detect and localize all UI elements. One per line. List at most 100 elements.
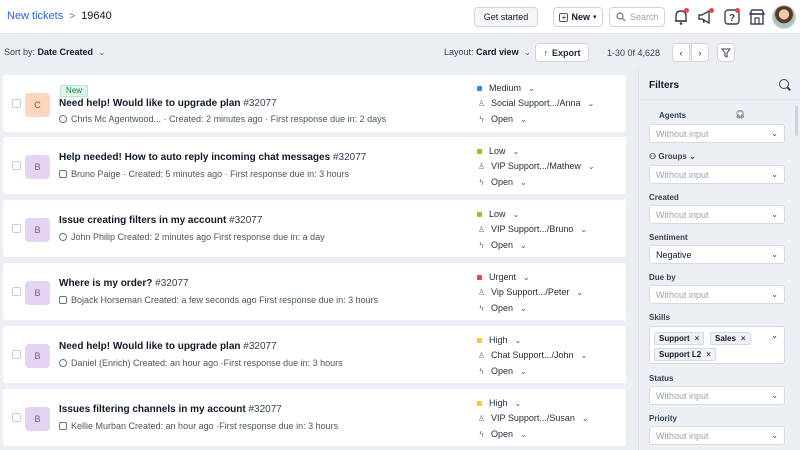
status-dropdown[interactable]: ϟ Open ⌄ [477, 114, 526, 124]
sort-dropdown[interactable]: Sort by: Date Created ⌄ [4, 47, 105, 57]
ticket-checkbox[interactable] [12, 287, 21, 296]
chevron-right-icon: › [698, 47, 702, 58]
bell-icon[interactable] [671, 7, 691, 27]
ticket-subject: Issue creating filters in my account [59, 215, 227, 226]
breadcrumb-new-tickets[interactable]: New tickets [7, 10, 63, 22]
group-icon: ♙ [477, 413, 486, 423]
new-button[interactable]: + New ▾ [553, 7, 603, 27]
due-by-select[interactable]: Without input ⌄ [649, 285, 785, 304]
ticket-checkbox[interactable] [12, 413, 21, 422]
store-icon[interactable] [747, 7, 767, 27]
priority-select[interactable]: Without input ⌄ [649, 426, 785, 445]
group-agent-dropdown[interactable]: ♙ VIP Support.../Bruno ⌄ [477, 224, 587, 234]
groups-placeholder: Without input [656, 169, 709, 180]
group-icon: ♙ [477, 98, 486, 108]
ticket-title[interactable]: Need help! Would like to upgrade plan #3… [59, 98, 277, 109]
ticket-title[interactable]: Issue creating filters in my account #32… [59, 215, 262, 226]
group-agent-dropdown[interactable]: ♙ Social Support.../Anna ⌄ [477, 98, 594, 108]
ticket-id: #32077 [243, 341, 277, 352]
chevron-down-icon: ⌄ [580, 224, 588, 234]
ticket-title[interactable]: Issues filtering channels in my account … [59, 404, 282, 415]
priority-dropdown[interactable]: Low ⌄ [477, 209, 519, 219]
chevron-down-icon: ⌄ [771, 129, 778, 138]
status-dropdown[interactable]: ϟ Open ⌄ [477, 429, 527, 439]
group-agent-dropdown[interactable]: ♙ Vip Support.../Peter ⌄ [477, 287, 583, 297]
remove-tag-icon[interactable]: × [706, 350, 711, 359]
priority-indicator [477, 211, 482, 217]
export-button[interactable]: ↑ Export [535, 43, 589, 62]
get-started-button[interactable]: Get started [474, 7, 538, 27]
status-select[interactable]: Without input ⌄ [649, 386, 785, 405]
ticket-card[interactable]: B Help needed! How to auto reply incomin… [3, 137, 626, 194]
priority-value: Low [489, 209, 506, 219]
requester-avatar: B [25, 218, 50, 242]
remove-tag-icon[interactable]: × [695, 334, 700, 343]
chevron-down-icon: ⌄ [771, 431, 778, 440]
priority-dropdown[interactable]: Medium ⌄ [477, 83, 535, 93]
ticket-meta: Bruno Paige · Created: 5 minutes ago · F… [59, 169, 349, 179]
groups-icon: ⚇ [649, 152, 659, 161]
next-page-button[interactable]: › [691, 43, 709, 62]
previous-page-button[interactable]: ‹ [672, 43, 690, 62]
skill-tag: Support L2 × [654, 348, 716, 361]
ticket-card[interactable]: B Issue creating filters in my account #… [3, 200, 626, 257]
remove-tag-icon[interactable]: × [741, 334, 746, 343]
agents-label: Agents [659, 111, 687, 120]
ticket-title[interactable]: Where is my order? #32077 [59, 278, 189, 289]
chevron-down-icon: ⌄ [587, 161, 595, 171]
group-icon: ♙ [477, 161, 486, 171]
ticket-meta-text: Bruno Paige · Created: 5 minutes ago · F… [71, 169, 350, 179]
status-dropdown[interactable]: ϟ Open ⌄ [477, 177, 526, 187]
skills-select[interactable]: Support × Sales × Support L2 × ⌄ [649, 326, 785, 364]
status-dropdown[interactable]: ϟ Open ⌄ [477, 366, 526, 376]
lightning-icon: ϟ [479, 303, 484, 313]
created-select[interactable]: Without input ⌄ [649, 205, 785, 224]
notification-dot [709, 8, 714, 13]
group-agent-dropdown[interactable]: ♙ VIP Support.../Susan ⌄ [477, 413, 589, 423]
ticket-card[interactable]: B Where is my order? #32077 Bojack Horse… [3, 263, 626, 320]
chevron-down-icon: ⌄ [98, 48, 106, 57]
status-dropdown[interactable]: ϟ Open ⌄ [477, 303, 527, 313]
priority-dropdown[interactable]: Low ⌄ [477, 146, 519, 156]
priority-value: High [489, 335, 508, 345]
ticket-checkbox[interactable] [12, 99, 21, 108]
filters-scrollbar[interactable] [795, 106, 798, 136]
filters-title: Filters [649, 80, 680, 91]
help-icon[interactable]: ? [722, 7, 742, 27]
user-avatar[interactable] [772, 5, 796, 29]
group-agent-dropdown[interactable]: ♙ VIP Support.../Mathew ⌄ [477, 161, 595, 171]
ticket-card[interactable]: B Issues filtering channels in my accoun… [3, 389, 626, 446]
ticket-checkbox[interactable] [12, 224, 21, 233]
ticket-title[interactable]: Help needed! How to auto reply incoming … [59, 152, 366, 163]
lightning-icon: ϟ [479, 429, 484, 439]
chevron-down-icon: ⌄ [520, 429, 527, 439]
priority-dropdown[interactable]: High ⌄ [477, 335, 521, 345]
filter-toggle-button[interactable] [717, 43, 735, 62]
skill-tag: Sales × [710, 332, 751, 345]
ticket-meta-text: Kellie Murban Created: an hour ago ·Firs… [71, 421, 339, 431]
group-icon: ♙ [477, 224, 486, 234]
priority-placeholder: Without input [656, 430, 709, 441]
ticket-id: #32077 [243, 98, 277, 109]
chevron-down-icon: ⌄ [512, 209, 520, 219]
ticket-meta: Kellie Murban Created: an hour ago ·Firs… [59, 421, 338, 431]
ticket-card[interactable]: C New Need help! Would like to upgrade p… [3, 75, 626, 132]
priority-dropdown[interactable]: High ⌄ [477, 398, 521, 408]
megaphone-icon[interactable] [696, 7, 716, 27]
ticket-card[interactable]: B Need help! Would like to upgrade plan … [3, 326, 626, 383]
group-agent-dropdown[interactable]: ♙ Chat Support.../John ⌄ [477, 350, 587, 360]
groups-select[interactable]: Without input ⌄ [649, 165, 785, 184]
ticket-checkbox[interactable] [12, 161, 21, 170]
search-icon[interactable] [779, 79, 789, 89]
notification-dot [684, 8, 689, 13]
ticket-title[interactable]: Need help! Would like to upgrade plan #3… [59, 341, 277, 352]
search-input[interactable]: Search [609, 7, 665, 27]
layout-dropdown[interactable]: Layout: Card view ⌄ [444, 47, 531, 57]
status-dropdown[interactable]: ϟ Open ⌄ [477, 240, 526, 250]
ticket-checkbox[interactable] [12, 350, 21, 359]
chevron-down-icon: ⌄ [520, 303, 527, 313]
agents-select[interactable]: Without input ⌄ [649, 124, 785, 143]
group-agent-value: VIP Support.../Susan [491, 413, 575, 423]
sentiment-select[interactable]: Negative ⌄ [649, 245, 785, 264]
priority-dropdown[interactable]: Urgent ⌄ [477, 272, 530, 282]
